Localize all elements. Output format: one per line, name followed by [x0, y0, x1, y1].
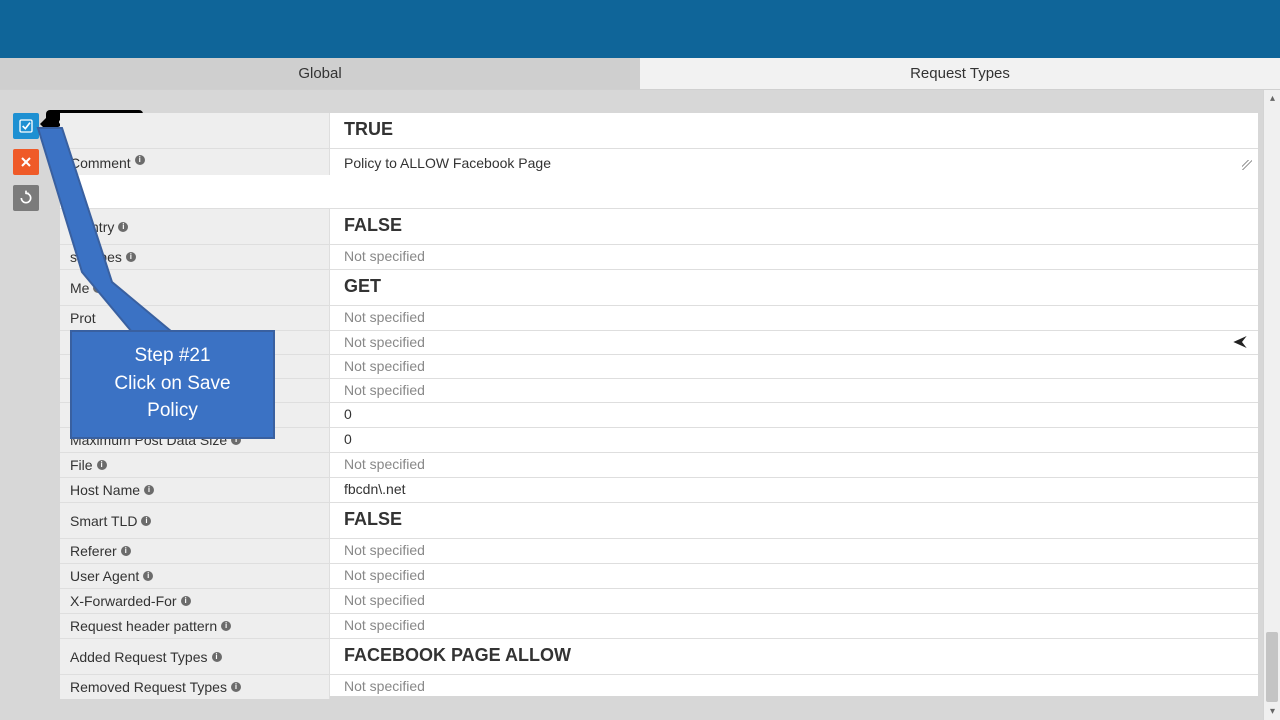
user-agent-field[interactable]: Not specified: [330, 564, 1258, 588]
field-label: Me: [60, 270, 330, 305]
undo-icon: [18, 190, 34, 206]
field-label: Prot: [60, 306, 330, 330]
field-label-file: File: [60, 453, 330, 477]
tab-global[interactable]: Global: [0, 58, 640, 89]
info-icon[interactable]: [97, 460, 107, 470]
field-label-referer: Referer: [60, 539, 330, 563]
action-buttons: [13, 113, 39, 211]
field-value[interactable]: TRUE: [330, 113, 1258, 148]
info-icon[interactable]: [181, 596, 191, 606]
table-row: Smart TLD FALSE: [60, 503, 1258, 539]
tab-request-types[interactable]: Request Types: [640, 58, 1280, 89]
table-row: User Agent Not specified: [60, 564, 1258, 589]
table-row: Host Name fbcdn\.net: [60, 478, 1258, 503]
field-value[interactable]: FALSE: [330, 209, 1258, 244]
callout-line: Policy: [78, 397, 267, 425]
added-request-types-field[interactable]: FACEBOOK PAGE ALLOW: [330, 639, 1258, 674]
info-icon[interactable]: [143, 571, 153, 581]
info-icon[interactable]: [126, 252, 136, 262]
min-post-field[interactable]: 0: [330, 403, 1258, 427]
instruction-callout: Step #21 Click on Save Policy: [70, 330, 275, 439]
field-label-reqhp: Request header pattern: [60, 614, 330, 638]
field-label: [60, 113, 330, 148]
referer-field[interactable]: Not specified: [330, 539, 1258, 563]
callout-line: Step #21: [78, 342, 267, 370]
table-row: File Not specified: [60, 453, 1258, 478]
field-value[interactable]: Not specified: [330, 331, 1258, 354]
vertical-scrollbar[interactable]: ▴ ▾: [1263, 90, 1280, 720]
info-icon[interactable]: [93, 283, 103, 293]
comment-field[interactable]: Policy to ALLOW Facebook Page: [330, 149, 1258, 174]
work-area: Save Policy TRUE Comment Policy to ALLOW…: [0, 90, 1280, 720]
request-header-pattern-field[interactable]: Not specified: [330, 614, 1258, 638]
table-row: TRUE: [60, 113, 1258, 149]
max-post-field[interactable]: 0: [330, 428, 1258, 452]
field-value[interactable]: Not specified: [330, 379, 1258, 402]
field-label-smart-tld: Smart TLD: [60, 503, 330, 538]
table-row: Comment Policy to ALLOW Facebook Page: [60, 149, 1258, 209]
callout-line: Click on Save: [78, 370, 267, 398]
removed-request-types-field[interactable]: Not specified: [330, 675, 1258, 699]
field-label: e Entry: [60, 209, 330, 244]
table-row: Removed Request Types Not specified: [60, 675, 1258, 699]
cancel-button[interactable]: [13, 149, 39, 175]
check-icon: [18, 118, 34, 134]
field-label: st Types: [60, 245, 330, 269]
info-icon[interactable]: [135, 155, 145, 165]
field-label-removed-request-types: Removed Request Types: [60, 675, 330, 699]
field-label-user-agent: User Agent: [60, 564, 330, 588]
info-icon[interactable]: [144, 485, 154, 495]
info-icon[interactable]: [141, 516, 151, 526]
scroll-up-icon[interactable]: ▴: [1264, 90, 1280, 107]
info-icon[interactable]: [118, 222, 128, 232]
tab-bar: Global Request Types: [0, 58, 1280, 90]
table-row: e Entry FALSE: [60, 209, 1258, 245]
hostname-field[interactable]: fbcdn\.net: [330, 478, 1258, 502]
send-icon[interactable]: [1232, 334, 1248, 350]
table-row: st Types Not specified: [60, 245, 1258, 270]
field-value[interactable]: GET: [330, 270, 1258, 305]
field-label-comment: Comment: [60, 149, 330, 175]
close-icon: [18, 154, 34, 170]
field-label-xff: X-Forwarded-For: [60, 589, 330, 613]
file-field[interactable]: Not specified: [330, 453, 1258, 477]
table-row: Me GET: [60, 270, 1258, 306]
field-label-added-request-types: Added Request Types: [60, 639, 330, 674]
table-row: Referer Not specified: [60, 539, 1258, 564]
table-row: Prot Not specified: [60, 306, 1258, 331]
table-row: Request header pattern Not specified: [60, 614, 1258, 639]
info-icon[interactable]: [231, 682, 241, 692]
save-policy-button[interactable]: [13, 113, 39, 139]
field-value[interactable]: Not specified: [330, 306, 1258, 330]
info-icon[interactable]: [212, 652, 222, 662]
top-bar: [0, 0, 1280, 58]
field-value[interactable]: Not specified: [330, 355, 1258, 378]
scroll-down-icon[interactable]: ▾: [1264, 703, 1280, 720]
field-label-hostname: Host Name: [60, 478, 330, 502]
table-row: Added Request Types FACEBOOK PAGE ALLOW: [60, 639, 1258, 675]
smart-tld-field[interactable]: FALSE: [330, 503, 1258, 538]
resize-grip-icon[interactable]: [1242, 160, 1252, 170]
table-row: X-Forwarded-For Not specified: [60, 589, 1258, 614]
xff-field[interactable]: Not specified: [330, 589, 1258, 613]
field-value[interactable]: Not specified: [330, 245, 1258, 269]
undo-button[interactable]: [13, 185, 39, 211]
info-icon[interactable]: [121, 546, 131, 556]
info-icon[interactable]: [221, 621, 231, 631]
scroll-thumb[interactable]: [1266, 632, 1278, 702]
